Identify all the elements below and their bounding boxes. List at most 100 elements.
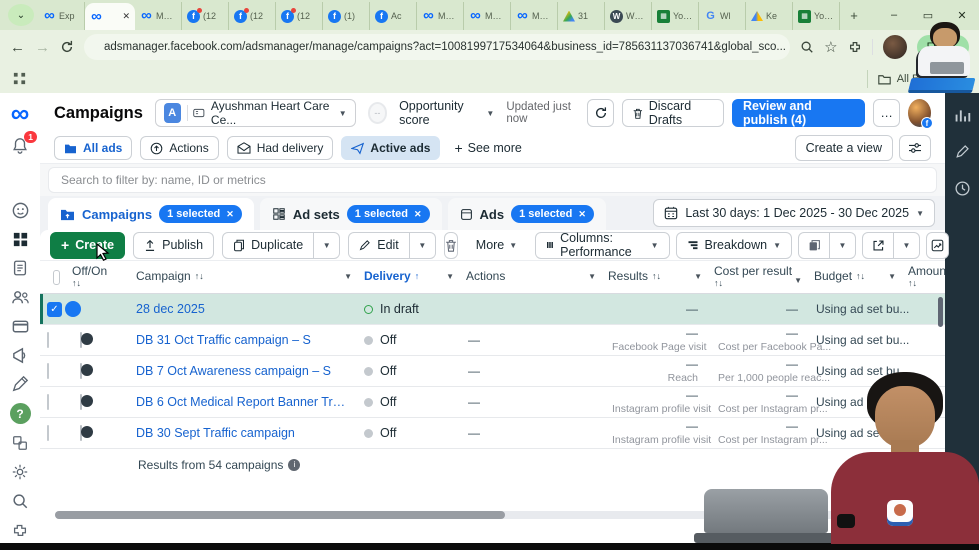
new-tab-button[interactable]: + xyxy=(844,5,864,25)
edit-dropdown[interactable]: ▼ xyxy=(409,231,436,259)
campaigns-selected-badge[interactable]: 1 selected ✕ xyxy=(159,205,242,223)
select-all-checkbox[interactable] xyxy=(53,269,60,285)
back-button[interactable]: ← xyxy=(10,39,25,56)
campaigns-nav-icon[interactable] xyxy=(10,229,30,249)
tab-adsets[interactable]: Ad sets 1 selected ✕ xyxy=(259,198,442,230)
url-input[interactable]: adsmanager.facebook.com/adsmanager/manag… xyxy=(84,34,791,60)
browser-tab[interactable]: ∞ M… xyxy=(464,2,511,30)
tab-search-button[interactable]: ⌄ xyxy=(8,4,34,26)
clear-selection-icon[interactable]: ✕ xyxy=(578,209,586,220)
table-row[interactable]: DB 7 Oct Awareness campaign – S Off — — R… xyxy=(40,356,945,387)
billing-icon[interactable] xyxy=(10,316,30,336)
col-off-on[interactable]: Off/On ↑↓ xyxy=(66,265,130,288)
campaign-name-link[interactable]: DB 31 Oct Traffic campaign – S xyxy=(130,333,358,347)
create-view-button[interactable]: Create a view xyxy=(794,135,893,161)
campaign-name-link[interactable]: DB 7 Oct Awareness campaign – S xyxy=(130,364,358,378)
meta-logo[interactable]: ∞ xyxy=(11,100,30,127)
row-checkbox[interactable] xyxy=(47,394,49,410)
breakdown-button[interactable]: Breakdown ▼ xyxy=(675,231,793,259)
row-checkbox[interactable]: ✓ xyxy=(47,301,62,317)
adsets-selected-badge[interactable]: 1 selected ✕ xyxy=(346,205,430,223)
ads-reporting-icon[interactable] xyxy=(10,345,30,365)
browser-tab[interactable]: f (12 xyxy=(182,2,229,30)
campaign-name-link[interactable]: DB 6 Oct Medical Report Banner Traffic c… xyxy=(130,395,358,409)
account-selector[interactable]: A Ayushman Heart Care Ce... ▼ xyxy=(154,99,356,127)
edit-button[interactable]: Edit xyxy=(348,231,410,259)
delete-button[interactable] xyxy=(443,231,458,259)
review-publish-button[interactable]: Review and publish (4) xyxy=(731,99,866,127)
reports-button[interactable] xyxy=(798,231,831,259)
scrollbar-thumb[interactable] xyxy=(55,511,505,519)
more-options-button[interactable]: … xyxy=(873,99,900,127)
date-range-selector[interactable]: Last 30 days: 1 Dec 2025 - 30 Dec 2025 ▼ xyxy=(653,199,935,227)
audiences-icon[interactable] xyxy=(10,287,30,307)
col-budget[interactable]: Budget ↑↓ ▼ xyxy=(808,270,902,283)
row-checkbox[interactable] xyxy=(47,363,49,379)
browser-tab[interactable]: f (1) xyxy=(323,2,370,30)
user-avatar[interactable]: f xyxy=(907,99,933,129)
columns-button[interactable]: Columns: Performance ▼ xyxy=(535,231,670,259)
browser-tab[interactable]: Ke xyxy=(746,2,793,30)
bookmark-star-icon[interactable]: ☆ xyxy=(824,38,837,56)
duplicate-dropdown[interactable]: ▼ xyxy=(314,231,341,259)
export-button[interactable] xyxy=(862,231,895,259)
charts-button[interactable] xyxy=(926,231,950,259)
maximize-button[interactable]: ▭ xyxy=(911,9,945,22)
browser-tab[interactable]: ∞ M… xyxy=(135,2,182,30)
apps-grid-icon[interactable] xyxy=(12,71,27,86)
col-campaign[interactable]: Campaign ↑↓ ▼ xyxy=(130,270,358,283)
help-icon[interactable]: ? xyxy=(9,403,31,424)
campaign-name-link[interactable]: 28 dec 2025 xyxy=(130,302,358,316)
reload-button[interactable] xyxy=(60,40,74,54)
table-row[interactable]: DB 6 Oct Medical Report Banner Traffic c… xyxy=(40,387,945,418)
view-settings-button[interactable] xyxy=(899,135,931,161)
create-button[interactable]: + Create xyxy=(50,231,126,259)
export-dropdown[interactable]: ▼ xyxy=(894,231,921,259)
col-actions[interactable]: Actions ▼ xyxy=(460,270,602,283)
minimize-button[interactable]: – xyxy=(877,9,911,21)
browser-tab[interactable]: ▦ Yo… xyxy=(652,2,699,30)
tab-close-icon[interactable]: ✕ xyxy=(122,11,130,22)
clear-selection-icon[interactable]: ✕ xyxy=(414,209,422,220)
insights-chart-icon[interactable] xyxy=(954,107,971,124)
history-clock-icon[interactable] xyxy=(954,180,971,197)
campaign-toggle[interactable] xyxy=(80,332,82,348)
publish-button[interactable]: Publish xyxy=(133,231,215,259)
see-more-filters[interactable]: + See more xyxy=(454,140,521,156)
table-row[interactable]: ✓ 28 dec 2025 In draft — — Using ad set … xyxy=(40,294,945,325)
filter-actions[interactable]: Actions xyxy=(140,136,219,160)
tab-ads[interactable]: Ads 1 selected ✕ xyxy=(447,198,606,230)
extensions-icon[interactable] xyxy=(848,40,862,54)
more-button[interactable]: More ▼ xyxy=(466,232,527,259)
search-input[interactable] xyxy=(48,167,937,193)
close-button[interactable]: ✕ xyxy=(945,9,979,22)
col-delivery[interactable]: Delivery ↑ ▼ xyxy=(358,270,460,283)
campaign-toggle[interactable] xyxy=(80,425,82,441)
browser-tab[interactable]: f Ac xyxy=(370,2,417,30)
campaign-name-link[interactable]: DB 30 Sept Traffic campaign xyxy=(130,426,358,440)
browser-tab[interactable]: W W… xyxy=(605,2,652,30)
browser-tab[interactable]: f (12 xyxy=(229,2,276,30)
settings-gear-icon[interactable] xyxy=(10,462,30,482)
all-tools-icon[interactable] xyxy=(10,433,30,453)
browser-tab[interactable]: ∞ ✕ xyxy=(85,3,135,30)
col-amount[interactable]: Amount↑↓ xyxy=(902,265,945,288)
table-row[interactable]: DB 31 Oct Traffic campaign – S Off — — Fa… xyxy=(40,325,945,356)
events-manager-icon[interactable] xyxy=(10,374,30,394)
filter-active-ads[interactable]: Active ads xyxy=(341,136,441,160)
refresh-button[interactable] xyxy=(587,99,615,127)
tab-campaigns[interactable]: Campaigns 1 selected ✕ xyxy=(48,198,254,230)
browser-tab[interactable]: 31 xyxy=(558,2,605,30)
col-results[interactable]: Results ↑↓ ▼ xyxy=(602,270,708,283)
account-overview-icon[interactable] xyxy=(10,200,30,220)
opportunity-score-dropdown[interactable]: Opportunity score ▼ xyxy=(399,99,494,127)
notifications-bell-icon[interactable]: 1 xyxy=(10,131,37,156)
browser-tab[interactable]: ∞ M… xyxy=(511,2,558,30)
filter-had-delivery[interactable]: Had delivery xyxy=(226,136,334,160)
info-icon[interactable]: i xyxy=(288,458,301,471)
campaign-toggle[interactable] xyxy=(80,363,82,379)
col-cost[interactable]: Cost per result ↑↓ ▼ xyxy=(708,265,808,288)
reports-dropdown[interactable]: ▼ xyxy=(830,231,857,259)
search-icon[interactable] xyxy=(10,491,30,511)
row-checkbox[interactable] xyxy=(47,425,49,441)
